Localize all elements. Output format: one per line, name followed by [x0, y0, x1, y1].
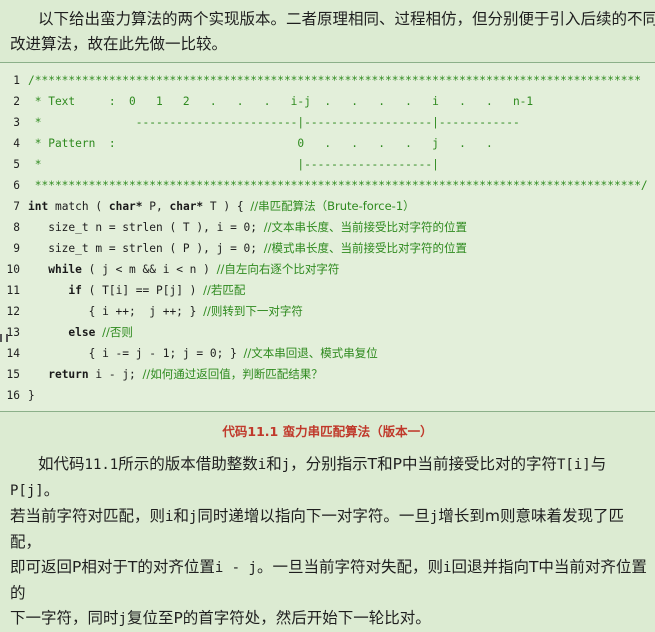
line-number: 6 — [13, 179, 20, 192]
code-ref: 11.1 — [84, 457, 119, 473]
intro-line-1: 以下给出蛮力算法的两个实现版本。二者原理相同、过程相仿，但分别便于引入后续的不同 — [38, 10, 655, 28]
code-comment: * |-------------------| — [28, 158, 439, 171]
code-line: 1 /**************************************… — [0, 70, 641, 91]
line-number: 14 — [6, 347, 20, 360]
code-line: 13 else //否则 — [0, 322, 133, 343]
line-number: 15 — [6, 368, 20, 381]
code-line: 3 * ------------------------|-----------… — [0, 112, 520, 133]
explain-text: 。 — [43, 481, 60, 499]
code-comment: * Pattern : 0 . . . . j . . — [28, 137, 493, 150]
code-line: 8 size_t n = strlen ( T ), i = 0; //文本串长… — [0, 217, 467, 238]
code-comment: /***************************************… — [28, 74, 641, 87]
explain-text: 复位至P的首字符处，然后开始下一轮比对。 — [126, 609, 431, 627]
line-number: 9 — [13, 242, 20, 255]
code-comment: //串匹配算法（Brute-force-1） — [250, 199, 415, 213]
code-line: 7 int match ( char* P, char* T ) { //串匹配算… — [0, 196, 415, 217]
gutter-marker-icon — [0, 334, 8, 342]
explain-text: 所示的版本借助整数 — [118, 455, 258, 473]
code-ref: P[j] — [10, 483, 44, 499]
code-ref: j — [281, 457, 291, 473]
code-ref: i — [257, 457, 267, 473]
line-number: 2 — [13, 95, 20, 108]
code-comment: //文本串回退、模式串复位 — [243, 346, 378, 360]
code-text: { i ++; j ++; } — [28, 305, 204, 318]
line-number: 3 — [13, 116, 20, 129]
explain-text: 下一字符，同时 — [10, 609, 119, 627]
code-text: size_t n = strlen ( T ), i = 0; — [28, 221, 264, 234]
explain-text: 与 — [590, 455, 607, 473]
code-line: 14 { i -= j - 1; j = 0; } //文本串回退、模式串复位 — [0, 343, 378, 364]
line-number: 5 — [13, 158, 20, 171]
intro-paragraph: 以下给出蛮力算法的两个实现版本。二者原理相同、过程相仿，但分别便于引入后续的不同… — [10, 7, 655, 57]
explain-text: 和 — [266, 455, 282, 473]
code-comment: //自左向右逐个比对字符 — [216, 262, 340, 276]
explain-text: 即可返回P相对于T的对齐位置 — [10, 558, 215, 576]
code-comment: //模式串长度、当前接受比对字符的位置 — [263, 241, 467, 255]
code-ref: i - j — [214, 560, 257, 576]
line-number: 10 — [6, 263, 20, 276]
explain-text: 若当前字符对匹配，则 — [10, 507, 166, 525]
code-caption: 代码11.1 蛮力串匹配算法（版本一） — [222, 424, 433, 439]
explain-text: 如代码 — [38, 455, 85, 473]
code-line: 15 return i - j; //如何通过返回值，判断匹配结果？ — [0, 364, 323, 385]
code-ref: i — [443, 560, 452, 576]
code-text: return i - j; — [48, 368, 143, 381]
code-comment: //否则 — [102, 325, 133, 339]
explain-text: 和 — [173, 507, 189, 525]
line-number: 12 — [6, 305, 20, 318]
code-comment: //则转到下一对字符 — [203, 304, 303, 318]
code-line: 6 **************************************… — [0, 175, 648, 196]
code-text: int match ( char* P, char* T ) { — [28, 200, 251, 213]
intro-line-2: 改进算法，故在此先做一比较。 — [10, 35, 228, 53]
code-text: while ( j < m && i < n ) — [48, 263, 217, 276]
explanation-paragraph: 如代码11.1所示的版本借助整数i和j，分别指示T和P中当前接受比对的字符T[i… — [10, 452, 650, 632]
code-text: else — [68, 326, 96, 339]
line-number: 11 — [6, 284, 20, 297]
code-line: 2 * Text : 0 1 2 . . . i-j . . . . i . .… — [0, 91, 533, 112]
code-ref: j — [118, 611, 127, 627]
code-comment: //如何通过返回值，判断匹配结果？ — [142, 367, 323, 381]
code-text: if ( T[i] == P[j] ) — [68, 284, 204, 297]
line-number: 16 — [6, 389, 20, 402]
code-comment: * ------------------------|-------------… — [28, 116, 520, 129]
code-comment: //文本串长度、当前接受比对字符的位置 — [263, 220, 467, 234]
code-line: 9 size_t m = strlen ( P ), j = 0; //模式串长… — [0, 238, 467, 259]
explain-text: 。一旦当前字符对失配，则 — [256, 558, 443, 576]
code-text: } — [28, 389, 35, 402]
line-number: 4 — [13, 137, 20, 150]
line-number: 7 — [13, 200, 20, 213]
code-line: 5 * |-------------------| — [0, 154, 439, 175]
code-line: 4 * Pattern : 0 . . . . j . . — [0, 133, 493, 154]
line-number: 8 — [13, 221, 20, 234]
explain-text: ，分别指示T和P中当前接受比对的字符 — [290, 455, 557, 473]
code-text: size_t m = strlen ( P ), j = 0; — [28, 242, 264, 255]
code-line: 12 { i ++; j ++; } //则转到下一对字符 — [0, 301, 303, 322]
explain-text: 同时递增以指向下一对字符。一旦 — [197, 507, 430, 525]
code-ref: T[i] — [556, 457, 591, 473]
code-comment: ****************************************… — [28, 179, 648, 192]
code-comment: //若匹配 — [203, 283, 246, 297]
code-line: 16} — [0, 385, 35, 406]
code-line: 11 if ( T[i] == P[j] ) //若匹配 — [0, 280, 246, 301]
code-line: 10 while ( j < m && i < n ) //自左向右逐个比对字符 — [0, 259, 340, 280]
code-listing: 1 /**************************************… — [0, 62, 655, 412]
code-text: { i -= j - 1; j = 0; } — [28, 347, 244, 360]
code-comment: * Text : 0 1 2 . . . i-j . . . . i . . n… — [28, 95, 534, 108]
line-number: 1 — [13, 74, 20, 87]
